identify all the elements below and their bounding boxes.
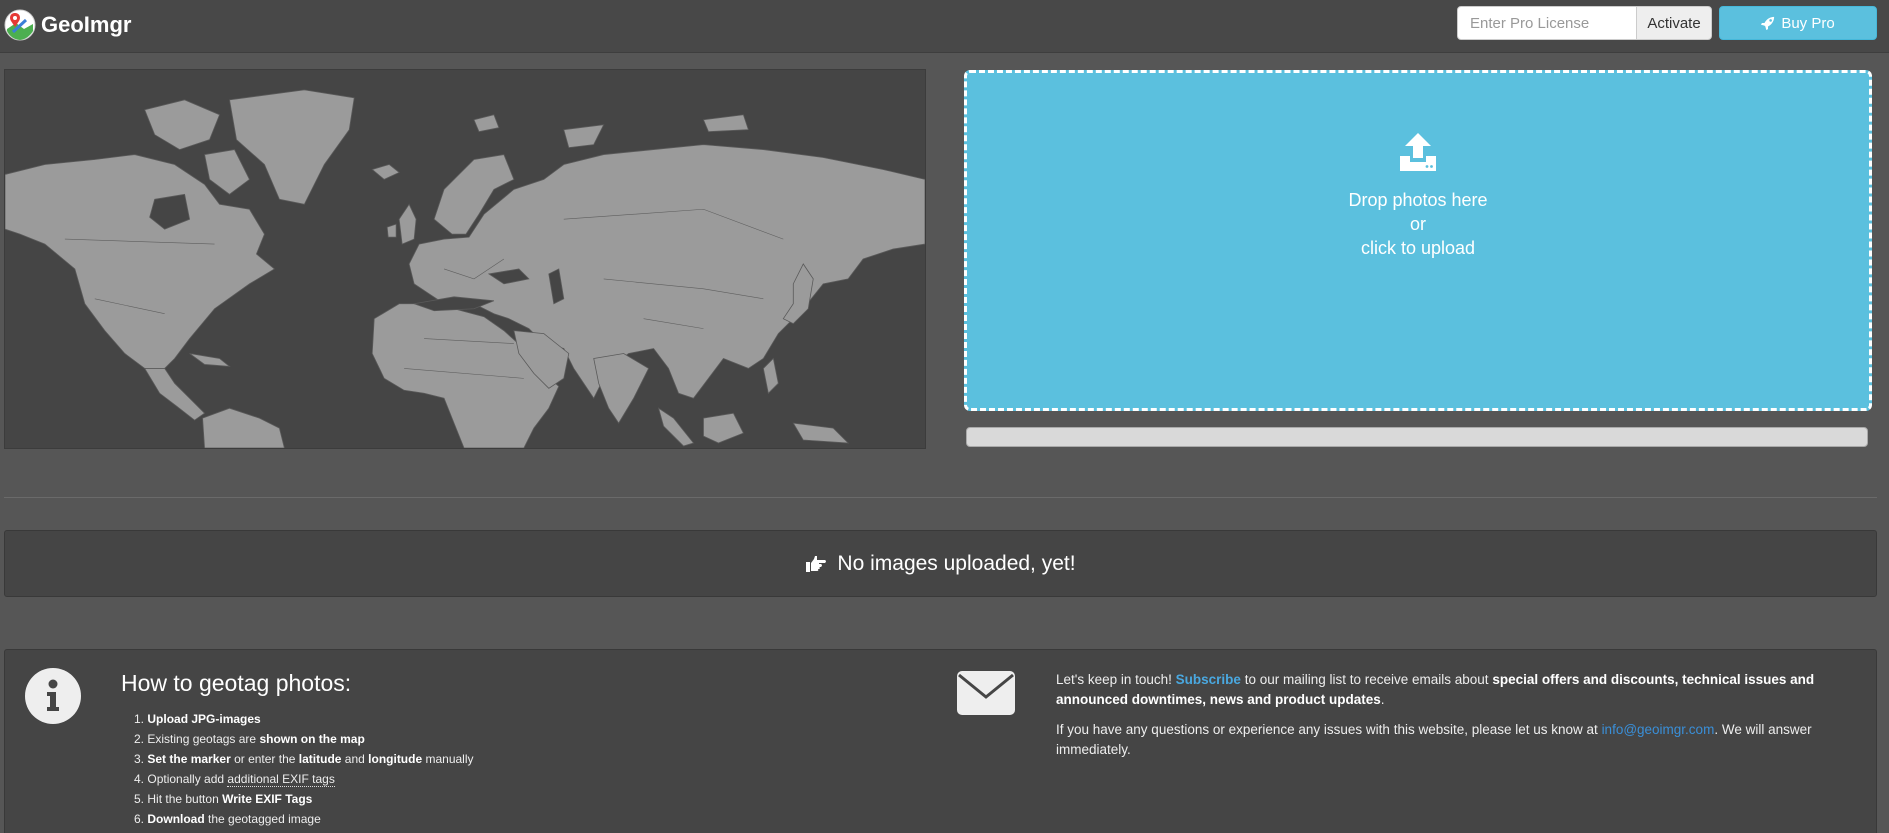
info-panel: How to geotag photos: 1. Upload JPG-imag… bbox=[4, 649, 1877, 833]
land-svalbard bbox=[473, 114, 500, 133]
land-baffin bbox=[204, 149, 250, 195]
step-3: 3. Set the marker or enter the latitude … bbox=[134, 752, 474, 766]
step-2: 2. Existing geotags are shown on the map bbox=[134, 732, 365, 746]
info-icon bbox=[25, 668, 81, 724]
land-borneo bbox=[703, 412, 744, 444]
howto-title: How to geotag photos: bbox=[121, 670, 352, 696]
map-pin-logo-icon bbox=[4, 9, 36, 41]
land-greenland bbox=[229, 89, 355, 205]
land-south-america bbox=[202, 407, 285, 448]
land-arctic-islands bbox=[144, 99, 221, 151]
brand-name: GeoImgr bbox=[41, 12, 132, 37]
land-iceland bbox=[371, 164, 400, 180]
step-6: 6. Download the geotagged image bbox=[134, 812, 321, 826]
land-ireland bbox=[386, 223, 397, 238]
upload-progress-bar bbox=[966, 427, 1868, 447]
activate-button[interactable]: Activate bbox=[1636, 6, 1712, 40]
world-map-graphic[interactable] bbox=[5, 70, 925, 448]
subscribe-link[interactable]: Subscribe bbox=[1176, 672, 1241, 687]
divider bbox=[4, 497, 1877, 498]
drop-line-3: click to upload bbox=[1360, 238, 1476, 258]
land-siberia-islands bbox=[702, 114, 749, 133]
step-4: 4. Optionally add additional EXIF tags bbox=[134, 772, 335, 787]
land-central-america bbox=[143, 368, 206, 421]
pro-license-input[interactable] bbox=[1457, 6, 1637, 40]
step-1: 1. Upload JPG-images bbox=[134, 712, 261, 726]
buy-pro-label: Buy Pro bbox=[1781, 14, 1835, 32]
land-uk bbox=[398, 203, 417, 245]
land-new-guinea bbox=[792, 422, 850, 444]
contact-text: Let's keep in touch! Subscribe to our ma… bbox=[1056, 670, 1856, 770]
world-map[interactable] bbox=[4, 69, 926, 449]
land-sumatra bbox=[657, 407, 695, 447]
rocket-icon bbox=[1761, 16, 1775, 30]
land-philippines bbox=[762, 357, 779, 395]
howto-steps: 1. Upload JPG-images 2. Existing geotags… bbox=[134, 709, 474, 829]
exif-tags-tooltip[interactable]: additional EXIF tags bbox=[227, 772, 335, 787]
newsletter-paragraph: Let's keep in touch! Subscribe to our ma… bbox=[1056, 672, 1815, 707]
land-cuba bbox=[189, 353, 231, 367]
drop-line-2: or bbox=[1409, 214, 1426, 234]
buy-pro-button[interactable]: Buy Pro bbox=[1719, 6, 1877, 40]
brand[interactable]: GeoImgr bbox=[4, 9, 131, 41]
support-paragraph: If you have any questions or experience … bbox=[1056, 722, 1812, 757]
envelope-icon bbox=[957, 671, 1015, 715]
no-images-text: No images uploaded, yet! bbox=[837, 551, 1076, 575]
upload-icon bbox=[1400, 133, 1436, 171]
step-5: 5. Hit the button Write EXIF Tags bbox=[134, 792, 313, 806]
support-email-link[interactable]: info@geoimgr.com bbox=[1602, 722, 1715, 737]
land-novaya bbox=[563, 124, 605, 149]
hand-pointing-right-icon bbox=[806, 555, 827, 572]
navbar: GeoImgr Activate Buy Pro bbox=[0, 0, 1889, 53]
photo-dropzone[interactable]: Drop photos here or click to upload bbox=[964, 70, 1872, 411]
land-india bbox=[593, 353, 650, 424]
drop-line-1: Drop photos here bbox=[1348, 190, 1488, 210]
no-images-panel: No images uploaded, yet! bbox=[4, 530, 1877, 597]
